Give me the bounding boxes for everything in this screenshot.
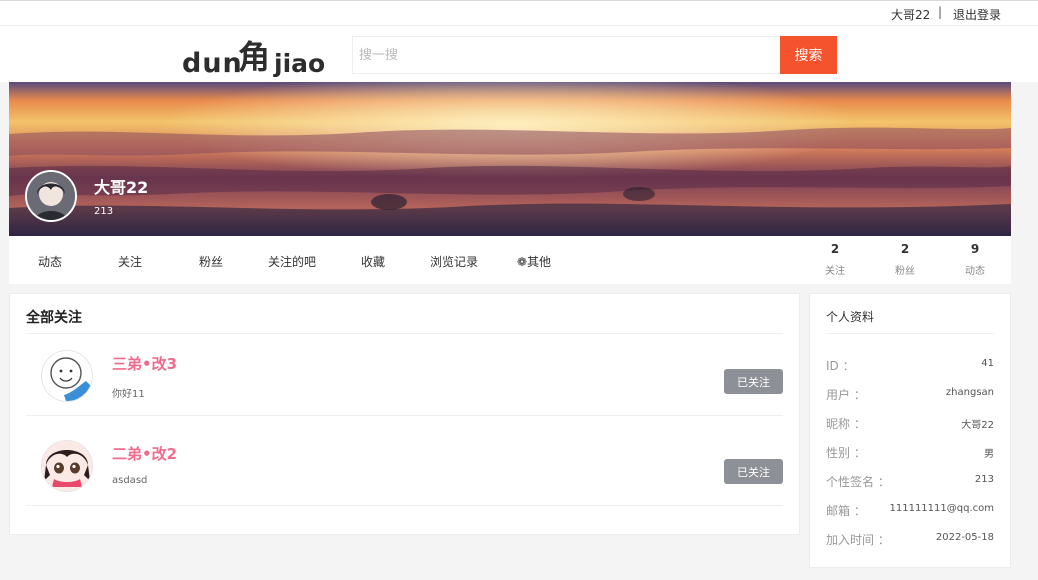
followed-button[interactable]: 已关注 (724, 459, 783, 484)
stat-following[interactable]: 2 关注 (810, 242, 860, 277)
avatar[interactable] (41, 350, 93, 402)
topbar-separator: | (938, 5, 943, 19)
profile-nav: 动态 关注 粉丝 关注的吧 收藏 浏览记录 ❁其他 2 关注 2 粉丝 9 动态 (9, 236, 1011, 284)
info-row-email: 邮箱 ： 111111111@qq.com (826, 502, 994, 518)
stat-following-value: 2 (830, 242, 840, 256)
info-value: zhangsan (945, 387, 994, 398)
following-panel: 全部关注 三弟•改3 你好11 已关注 二弟•改2 asdasd 已关注 (9, 293, 800, 535)
profile-banner: 大哥22 213 (9, 82, 1011, 236)
avatar[interactable] (41, 440, 93, 492)
tab-other[interactable]: ❁其他 (517, 253, 551, 270)
info-key: 个性签名 ： (826, 475, 890, 489)
info-value: 213 (974, 474, 994, 485)
profile-signature: 213 (94, 206, 114, 217)
following-name[interactable]: 三弟•改3 (112, 353, 177, 374)
user-avatar[interactable] (25, 170, 77, 222)
info-row-id: ID ： 41 (826, 357, 994, 373)
info-row-gender: 性别 ： 男 (826, 444, 994, 460)
svg-text:dun: dun (182, 48, 243, 78)
stat-fans-label: 粉丝 (895, 266, 915, 277)
info-row-nickname: 昵称 ： 大哥22 (826, 415, 994, 431)
stat-dynamics-value: 9 (970, 242, 980, 256)
tab-history[interactable]: 浏览记录 (430, 253, 478, 270)
stat-following-label: 关注 (825, 266, 845, 277)
stat-dynamics-label: 动态 (965, 266, 985, 277)
followed-button[interactable]: 已关注 (724, 369, 783, 394)
list-item: 三弟•改3 你好11 已关注 (26, 334, 783, 416)
stat-fans-value: 2 (900, 242, 910, 256)
info-key: 邮箱 ： (826, 504, 866, 518)
info-row-signature: 个性签名 ： 213 (826, 473, 994, 489)
profile-info-title: 个人资料 (826, 310, 875, 324)
following-signature: 你好11 (112, 389, 145, 400)
site-logo[interactable]: dun 角 jiao (182, 30, 346, 78)
info-value: 2022-05-18 (935, 532, 994, 543)
profile-info-panel: 个人资料 ID ： 41 用户 ： zhangsan 昵称 ： 大哥22 性别 … (809, 293, 1011, 568)
tab-favorites[interactable]: 收藏 (361, 253, 385, 270)
profile-name: 大哥22 (94, 178, 149, 197)
info-row-join-date: 加入时间 ： 2022-05-18 (826, 531, 994, 547)
current-username[interactable]: 大哥22 (891, 6, 930, 23)
following-signature: asdasd (112, 475, 148, 486)
info-key: 用户 ： (826, 388, 866, 402)
svg-text:角: 角 (238, 38, 270, 76)
stat-fans[interactable]: 2 粉丝 (880, 242, 930, 277)
top-bar: 大哥22 | 退出登录 (0, 0, 1038, 26)
divider (26, 505, 783, 506)
divider (826, 333, 994, 334)
following-name[interactable]: 二弟•改2 (112, 443, 177, 464)
info-row-user: 用户 ： zhangsan (826, 386, 994, 402)
tab-following[interactable]: 关注 (118, 253, 142, 270)
info-value: 大哥22 (961, 420, 994, 431)
info-key: ID ： (826, 359, 855, 373)
search-button[interactable]: 搜索 (780, 36, 837, 74)
info-value: 41 (981, 358, 994, 369)
tab-dynamics[interactable]: 动态 (38, 253, 62, 270)
following-title: 全部关注 (26, 310, 82, 326)
tab-fans[interactable]: 粉丝 (199, 253, 223, 270)
banner-image (9, 82, 1011, 236)
search-input[interactable] (352, 36, 780, 74)
stat-dynamics[interactable]: 9 动态 (950, 242, 1000, 277)
info-value: 111111111@qq.com (889, 503, 995, 514)
svg-text:jiao: jiao (273, 49, 325, 78)
tab-followed-forums[interactable]: 关注的吧 (268, 253, 316, 270)
list-item: 二弟•改2 asdasd 已关注 (26, 424, 783, 506)
logout-link[interactable]: 退出登录 (953, 6, 1001, 23)
info-key: 加入时间 ： (826, 533, 890, 547)
info-key: 性别 ： (826, 446, 866, 460)
divider (26, 415, 783, 416)
info-value: 男 (984, 449, 994, 460)
info-key: 昵称 ： (826, 417, 866, 431)
